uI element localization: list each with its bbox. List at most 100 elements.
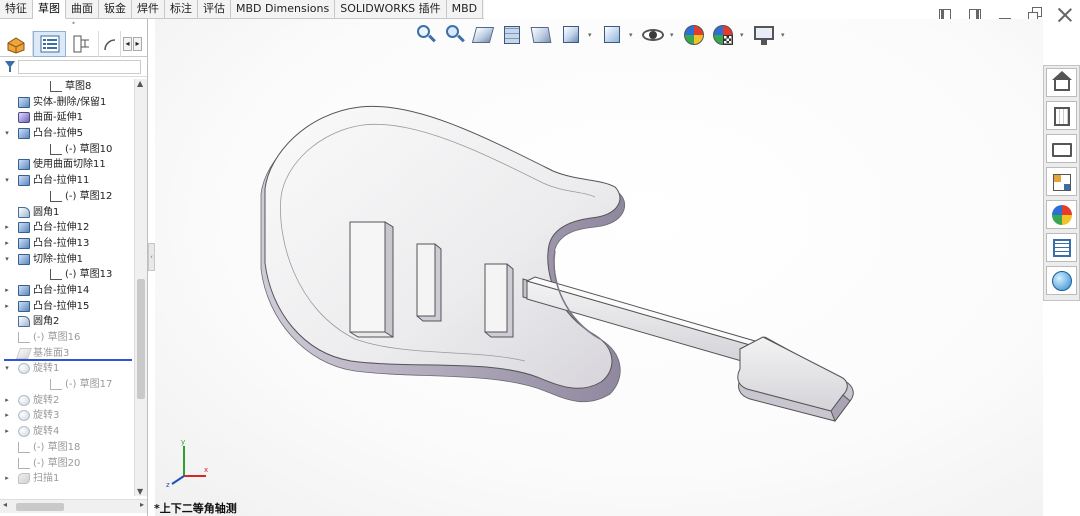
feature-tree-item[interactable]: ▸ 旋转2 bbox=[0, 393, 134, 409]
feature-tree-item[interactable]: ▾ 凸台-拉伸11 bbox=[0, 173, 134, 189]
feature-tree-item[interactable]: ▸ 旋转3 bbox=[0, 408, 134, 424]
feature-tree-item[interactable]: ▾ 旋转1 bbox=[0, 361, 134, 377]
expand-toggle-icon[interactable]: ▸ bbox=[3, 220, 11, 236]
revolve-icon bbox=[18, 410, 30, 422]
view-settings-dropdown-icon[interactable]: ▾ bbox=[781, 31, 788, 39]
tree-horizontal-scrollbar[interactable]: ◂ ▸ bbox=[0, 499, 147, 513]
coordinate-triad[interactable]: y x z bbox=[160, 438, 210, 488]
expand-toggle-icon[interactable]: ▸ bbox=[3, 283, 11, 299]
apply-scene-icon[interactable] bbox=[711, 23, 735, 47]
file-explorer-tab[interactable] bbox=[1046, 134, 1077, 163]
feature-filter[interactable] bbox=[0, 57, 147, 77]
feature-tree-item[interactable]: (-) 草图10 bbox=[0, 142, 134, 158]
feature-tree-item[interactable]: (-) 草图13 bbox=[0, 267, 134, 283]
dynamic-annotation-icon[interactable] bbox=[530, 23, 554, 47]
scroll-right-icon[interactable]: ▸ bbox=[140, 500, 144, 509]
apply-scene-dropdown-icon[interactable]: ▾ bbox=[740, 31, 747, 39]
feature-tree-item[interactable]: 草图8 bbox=[0, 79, 134, 95]
sketch-icon bbox=[50, 190, 62, 202]
custom-properties-tab[interactable] bbox=[1046, 233, 1077, 262]
ribbon-tab[interactable]: 曲面 bbox=[66, 0, 99, 19]
close-icon[interactable] bbox=[1056, 6, 1074, 24]
guitar-model[interactable] bbox=[155, 19, 1043, 516]
feature-tree-item[interactable]: (-) 草图12 bbox=[0, 189, 134, 205]
feature-tree-item[interactable]: (-) 草图17 bbox=[0, 377, 134, 393]
ribbon-tab[interactable]: 特征 bbox=[0, 0, 33, 19]
zoom-to-fit-icon[interactable] bbox=[414, 23, 438, 47]
edit-appearance-icon[interactable] bbox=[682, 23, 706, 47]
ribbon-tab[interactable]: 标注 bbox=[165, 0, 198, 19]
revolve-icon bbox=[18, 394, 30, 406]
rollback-bar[interactable] bbox=[4, 359, 132, 361]
design-library-tab[interactable] bbox=[1046, 101, 1077, 130]
display-style-icon[interactable] bbox=[600, 23, 624, 47]
expand-toggle-icon[interactable]: ▾ bbox=[3, 252, 11, 268]
section-view-icon[interactable] bbox=[501, 23, 525, 47]
task-pane bbox=[1043, 65, 1080, 301]
ribbon-tab[interactable]: MBD bbox=[447, 0, 484, 19]
expand-toggle-icon[interactable]: ▸ bbox=[3, 408, 11, 424]
design-library-icon bbox=[1054, 107, 1070, 126]
ribbon-tab[interactable]: 评估 bbox=[198, 0, 231, 19]
feature-tree-item[interactable]: 圆角1 bbox=[0, 205, 134, 221]
property-manager-tab[interactable] bbox=[33, 31, 66, 57]
feature-tree-item[interactable]: 曲面-延伸1 bbox=[0, 110, 134, 126]
feature-tree-item[interactable]: ▾ 凸台-拉伸5 bbox=[0, 126, 134, 142]
zoom-to-area-icon[interactable] bbox=[443, 23, 467, 47]
scroll-right-icon[interactable]: ▸ bbox=[133, 36, 142, 51]
feature-tree-item[interactable]: ▸ 凸台-拉伸13 bbox=[0, 236, 134, 252]
solidworks-resources-tab[interactable] bbox=[1046, 68, 1077, 97]
panel-splitter[interactable]: ‹ bbox=[148, 243, 155, 271]
feature-tree-item[interactable]: (-) 草图20 bbox=[0, 456, 134, 472]
view-settings-icon[interactable] bbox=[752, 23, 776, 47]
view-orientation-dropdown-icon[interactable]: ▾ bbox=[588, 31, 595, 39]
solidworks-forum-tab[interactable] bbox=[1046, 266, 1077, 295]
expand-toggle-icon[interactable]: ▸ bbox=[3, 236, 11, 252]
feature-tree-item[interactable]: ▸ 凸台-拉伸12 bbox=[0, 220, 134, 236]
appearances-tab[interactable] bbox=[1046, 200, 1077, 229]
scroll-left-icon[interactable]: ◂ bbox=[123, 36, 132, 51]
feature-tree-item[interactable]: 使用曲面切除11 bbox=[0, 157, 134, 173]
expand-toggle-icon[interactable]: ▸ bbox=[3, 471, 11, 487]
feature-tree-item[interactable]: ▸ 凸台-拉伸15 bbox=[0, 299, 134, 315]
dimxpert-tab[interactable] bbox=[99, 31, 121, 57]
hide-show-dropdown-icon[interactable]: ▾ bbox=[670, 31, 677, 39]
tree-vertical-scrollbar[interactable]: ▲ ▼ bbox=[134, 79, 147, 496]
ribbon-tab[interactable]: MBD Dimensions bbox=[231, 0, 336, 19]
expand-toggle-icon[interactable]: ▸ bbox=[3, 299, 11, 315]
feature-tree-item[interactable]: (-) 草图16 bbox=[0, 330, 134, 346]
expand-toggle-icon[interactable]: ▾ bbox=[3, 361, 11, 377]
expand-toggle-icon[interactable]: ▸ bbox=[3, 393, 11, 409]
graphics-area[interactable]: y x z bbox=[155, 19, 1043, 516]
view-palette-tab[interactable] bbox=[1046, 167, 1077, 196]
feature-manager-tab[interactable] bbox=[0, 31, 33, 57]
feature-tree-item[interactable]: ▾ 切除-拉伸1 bbox=[0, 252, 134, 268]
panel-grip-icon[interactable]: • bbox=[0, 19, 147, 31]
ribbon-tab[interactable]: 钣金 bbox=[99, 0, 132, 19]
expand-toggle-icon[interactable]: ▾ bbox=[3, 126, 11, 142]
feature-tree-item[interactable]: (-) 草图18 bbox=[0, 440, 134, 456]
ribbon-tab[interactable]: SOLIDWORKS 插件 bbox=[335, 0, 447, 19]
feature-tree-item[interactable]: 圆角2 bbox=[0, 314, 134, 330]
feature-tree-item[interactable]: ▸ 凸台-拉伸14 bbox=[0, 283, 134, 299]
hide-show-items-icon[interactable] bbox=[641, 23, 665, 47]
expand-toggle-icon[interactable]: ▸ bbox=[3, 424, 11, 440]
display-style-dropdown-icon[interactable]: ▾ bbox=[629, 31, 636, 39]
scroll-up-icon[interactable]: ▲ bbox=[137, 79, 143, 88]
scroll-down-icon[interactable]: ▼ bbox=[137, 487, 143, 496]
feature-tree-item[interactable]: ▸ 旋转4 bbox=[0, 424, 134, 440]
expand-toggle-icon[interactable]: ▾ bbox=[3, 173, 11, 189]
forum-icon bbox=[1052, 271, 1072, 291]
feature-tree-item[interactable]: 实体-删除/保留1 bbox=[0, 95, 134, 111]
filter-input[interactable] bbox=[18, 60, 141, 74]
view-orientation-icon[interactable] bbox=[559, 23, 583, 47]
feature-tree-item[interactable]: ▸ 扫描1 bbox=[0, 471, 134, 487]
configuration-manager-tab[interactable] bbox=[66, 31, 99, 57]
scroll-thumb[interactable] bbox=[137, 279, 145, 399]
ribbon-tab[interactable]: 草图 bbox=[33, 0, 66, 19]
scroll-left-icon[interactable]: ◂ bbox=[3, 500, 7, 509]
scroll-thumb[interactable] bbox=[16, 503, 64, 511]
previous-view-icon[interactable] bbox=[471, 23, 496, 47]
ribbon-tab[interactable]: 焊件 bbox=[132, 0, 165, 19]
cut-extrude-icon bbox=[18, 253, 30, 265]
